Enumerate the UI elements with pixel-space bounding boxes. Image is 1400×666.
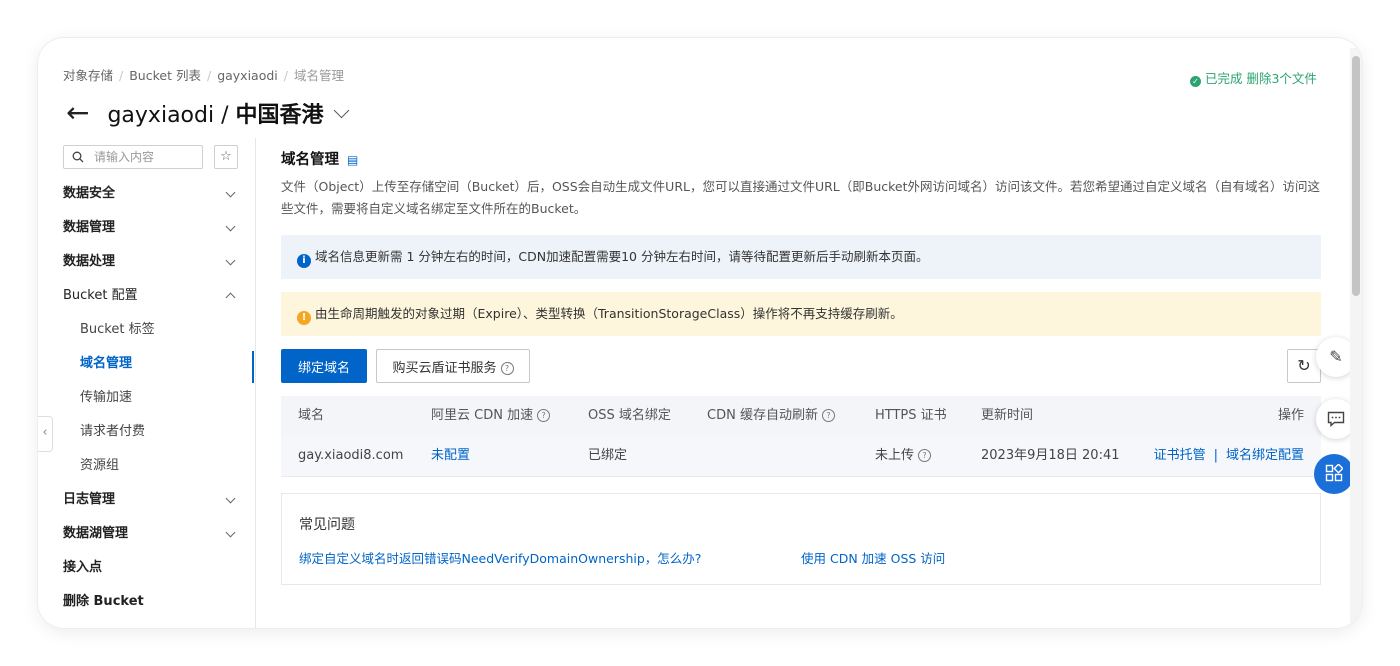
buy-cert-button[interactable]: 购买云盾证书服务?	[376, 349, 530, 383]
sidebar-item-data-security[interactable]: 数据安全	[63, 177, 248, 211]
sidebar-item-requester-pays[interactable]: 请求者付费	[80, 415, 248, 449]
cdn-configure-link[interactable]: 未配置	[431, 436, 470, 476]
sidebar-item-access-point[interactable]: 接入点	[63, 551, 248, 585]
chevron-down-icon	[225, 527, 236, 538]
faq-link-cdn-oss[interactable]: 使用 CDN 加速 OSS 访问	[801, 548, 945, 567]
table-header: 域名 阿里云 CDN 加速? OSS 域名绑定 CDN 缓存自动刷新? HTTP…	[281, 396, 1321, 436]
breadcrumb: 对象存储 / Bucket 列表 / gayxiaodi / 域名管理	[63, 68, 344, 83]
sidebar: ☆ 数据安全 数据管理 数据处理 Bucket 配置 Bucket 标签 域名管…	[38, 138, 256, 628]
sidebar-item-log-management[interactable]: 日志管理	[63, 483, 248, 517]
section-title: 域名管理 ▤	[281, 152, 359, 168]
domain-table: 域名 阿里云 CDN 加速? OSS 域名绑定 CDN 缓存自动刷新? HTTP…	[281, 396, 1321, 477]
page-scrollbar[interactable]	[1350, 48, 1362, 628]
breadcrumb-item-current: 域名管理	[293, 68, 344, 83]
search-icon	[72, 151, 84, 163]
column-cdn: 阿里云 CDN 加速?	[431, 396, 551, 436]
cell-domain: gay.xiaodi8.com	[298, 448, 404, 463]
column-actions: 操作	[1277, 408, 1304, 423]
sidebar-item-delete-bucket[interactable]: 删除 Bucket	[63, 585, 248, 619]
cell-oss-binding: 已绑定	[588, 448, 628, 463]
task-status[interactable]: ✓ 已完成 删除3个文件	[1190, 68, 1317, 87]
column-cdn-refresh: CDN 缓存自动刷新?	[707, 396, 835, 436]
column-oss-binding: OSS 域名绑定	[588, 408, 671, 423]
sidebar-search	[63, 145, 203, 169]
scrollbar-thumb[interactable]	[1352, 56, 1360, 296]
chevron-down-icon	[225, 187, 236, 198]
section-description: 文件（Object）上传至存储空间（Bucket）后，OSS会自动生成文件URL…	[281, 179, 1321, 216]
help-icon[interactable]: ?	[821, 409, 835, 422]
sidebar-item-data-lake[interactable]: 数据湖管理	[63, 517, 248, 551]
sidebar-item-resource-group[interactable]: 资源组	[80, 449, 248, 483]
page-header: ← gayxiaodi / 中国香港	[66, 96, 349, 130]
breadcrumb-item-bucket-list[interactable]: Bucket 列表	[129, 68, 201, 83]
breadcrumb-item-oss[interactable]: 对象存储	[63, 68, 113, 83]
star-icon[interactable]: ☆	[214, 145, 238, 169]
faq-link-verify-ownership[interactable]: 绑定自定义域名时返回错误码NeedVerifyDomainOwnership，怎…	[299, 548, 701, 567]
warning-notice: ! 由生命周期触发的对象过期（Expire）、类型转换（TransitionSto…	[281, 292, 1321, 336]
help-icon[interactable]: ?	[918, 449, 932, 462]
active-indicator	[252, 351, 254, 383]
warning-icon: !	[297, 311, 311, 325]
cell-actions: 证书托管 | 域名绑定配置	[1153, 448, 1304, 463]
bind-domain-button[interactable]: 绑定域名	[281, 349, 367, 383]
chevron-left-icon[interactable]: ‹	[38, 416, 53, 452]
column-https: HTTPS 证书	[875, 408, 947, 423]
sidebar-item-data-management[interactable]: 数据管理	[63, 211, 248, 245]
task-status-text: 已完成 删除3个文件	[1205, 71, 1317, 86]
info-notice: i 域名信息更新需 1 分钟左右的时间，CDN加速配置需要10 分钟左右时间，请等…	[281, 235, 1321, 279]
info-notice-text: 域名信息更新需 1 分钟左右的时间，CDN加速配置需要10 分钟左右时间，请等待…	[315, 249, 929, 264]
check-circle-icon: ✓	[1190, 76, 1201, 87]
cell-updated: 2023年9月18日 20:41	[981, 448, 1120, 463]
faq-panel: 常见问题 绑定自定义域名时返回错误码NeedVerifyDomainOwners…	[281, 493, 1321, 585]
cert-hosting-link[interactable]: 证书托管	[1154, 448, 1206, 463]
chevron-down-icon[interactable]	[333, 102, 349, 118]
sidebar-item-bucket-tags[interactable]: Bucket 标签	[80, 313, 248, 347]
warning-notice-text: 由生命周期触发的对象过期（Expire）、类型转换（TransitionStor…	[315, 306, 903, 321]
page-title: gayxiaodi / 中国香港	[107, 103, 324, 128]
sidebar-item-bucket-config[interactable]: Bucket 配置	[63, 279, 248, 313]
apps-icon[interactable]	[1314, 454, 1354, 494]
info-icon: i	[297, 254, 311, 268]
sidebar-item-transfer-acceleration[interactable]: 传输加速	[80, 381, 248, 415]
domain-binding-config-link[interactable]: 域名绑定配置	[1226, 448, 1304, 463]
chevron-down-icon	[225, 493, 236, 504]
sidebar-item-data-processing[interactable]: 数据处理	[63, 245, 248, 279]
arrow-left-icon[interactable]: ←	[66, 99, 89, 127]
sidebar-search-input[interactable]	[92, 149, 196, 165]
app-window: 对象存储 / Bucket 列表 / gayxiaodi / 域名管理 ✓ 已完成 删除3个文…	[38, 38, 1362, 628]
help-icon[interactable]: ?	[537, 409, 551, 422]
column-domain: 域名	[298, 408, 325, 423]
breadcrumb-item-bucket[interactable]: gayxiaodi	[217, 68, 278, 83]
chevron-up-icon	[225, 292, 236, 303]
chevron-down-icon	[225, 255, 236, 266]
sidebar-item-domain-management[interactable]: 域名管理	[80, 347, 248, 381]
faq-title: 常见问题	[299, 517, 355, 533]
column-updated: 更新时间	[981, 408, 1034, 423]
chevron-down-icon	[225, 221, 236, 232]
help-icon: ?	[500, 361, 514, 375]
cell-https: 未上传?	[875, 436, 932, 476]
table-row: gay.xiaodi8.com 未配置 已绑定 未上传? 2023年9月18日 …	[281, 436, 1321, 477]
document-icon[interactable]: ▤	[347, 153, 358, 167]
